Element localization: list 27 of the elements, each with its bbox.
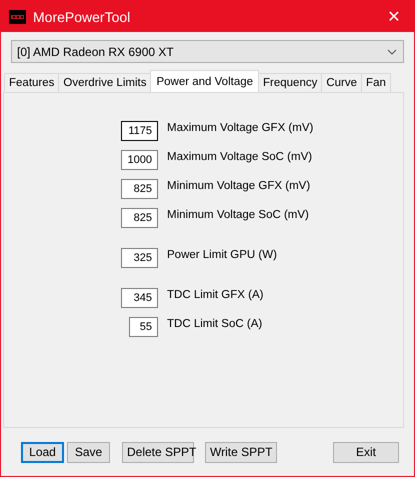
input-field[interactable]: 345 — [121, 288, 158, 308]
tab[interactable]: Features — [4, 73, 60, 92]
button[interactable]: Load — [21, 442, 64, 462]
input-field[interactable]: 1175 — [121, 121, 158, 141]
input-field[interactable]: 55 — [129, 317, 158, 337]
chevron-down-icon — [387, 48, 397, 54]
button[interactable]: Save — [67, 442, 110, 462]
input-field[interactable]: 325 — [121, 248, 158, 268]
tab[interactable]: Power and Voltage — [150, 70, 260, 92]
button[interactable]: Delete SPPT — [122, 442, 194, 462]
field-label: Maximum Voltage GFX (mV) — [167, 122, 314, 134]
button[interactable]: Write SPPT — [205, 442, 277, 462]
device-dropdown[interactable]: [0] AMD Radeon RX 6900 XT — [11, 40, 404, 63]
input-field[interactable]: 825 — [121, 208, 158, 228]
field-label: Power Limit GPU (W) — [167, 249, 277, 261]
field-label: Minimum Voltage GFX (mV) — [167, 180, 310, 192]
close-button[interactable]: ✕ — [374, 1, 414, 32]
field-label: TDC Limit SoC (A) — [167, 318, 262, 330]
input-field[interactable]: 1000 — [121, 150, 158, 170]
input-field[interactable]: 825 — [121, 179, 158, 199]
field-label: Maximum Voltage SoC (mV) — [167, 151, 312, 163]
field-label: Minimum Voltage SoC (mV) — [167, 209, 309, 221]
tab[interactable]: Fan — [361, 73, 391, 92]
window-title: MorePowerTool — [33, 8, 132, 24]
app-logo-icon — [9, 10, 26, 24]
button[interactable]: Exit — [333, 442, 399, 462]
field-label: TDC Limit GFX (A) — [167, 289, 264, 301]
